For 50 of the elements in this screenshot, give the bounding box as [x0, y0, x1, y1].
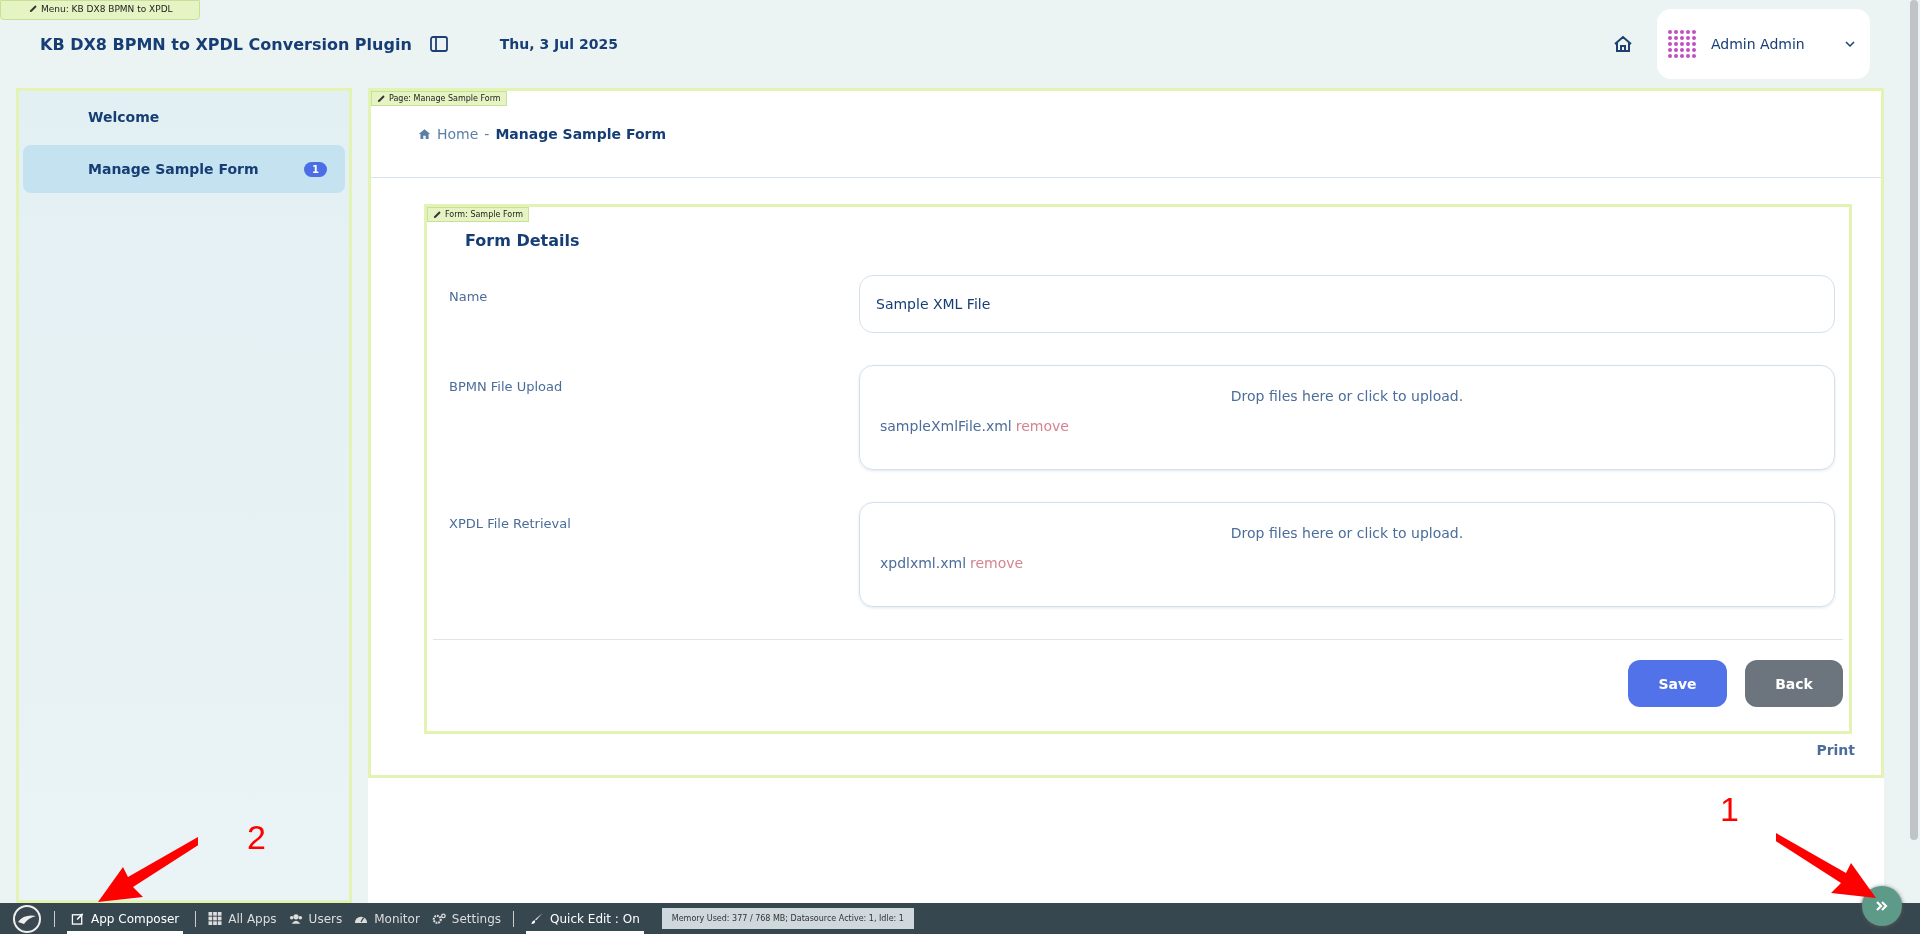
avatar-icon	[1667, 29, 1697, 59]
form-title: Form Details	[464, 231, 581, 252]
count-badge: 1	[304, 161, 327, 177]
breadcrumb-current: Manage Sample Form	[495, 126, 666, 142]
file-name: xpdlxml.xml	[880, 555, 967, 571]
admin-bar-link[interactable]: Monitor	[354, 903, 420, 934]
annotation-number: 2	[247, 818, 266, 857]
pencil-icon	[29, 4, 38, 13]
upload-hint: Drop files here or click to upload.	[1230, 525, 1464, 541]
breadcrumb-link[interactable]: Home	[437, 126, 479, 142]
sidebar-item[interactable]: Welcome	[23, 93, 345, 141]
field-label: BPMN File Upload	[449, 378, 564, 394]
name-input-field[interactable]: Sample XML File	[859, 275, 1835, 333]
app-title: KB DX8 BPMN to XPDL Conversion Plugin	[40, 34, 412, 54]
annotation-number: 1	[1720, 790, 1739, 829]
chevron-down-icon	[1844, 40, 1856, 48]
breadcrumb-separator: -	[484, 126, 490, 142]
menu-edit-tag[interactable]: Menu: KB DX8 BPMN to XPDL	[0, 0, 200, 20]
pencil-icon	[433, 210, 442, 219]
print-link[interactable]: Print	[1816, 742, 1855, 758]
users-icon	[288, 912, 303, 925]
file-drop-zone[interactable]: Drop files here or click to upload. xpdlxml.xml remove	[859, 502, 1835, 607]
gears-icon	[431, 912, 446, 925]
current-date: Thu, 3 Jul 2025	[499, 36, 618, 52]
admin-bar-link[interactable]: Quick Edit : On	[526, 903, 644, 934]
save-button[interactable]: Save	[1628, 660, 1727, 707]
scrollbar[interactable]	[1910, 0, 1918, 840]
file-drop-zone[interactable]: Drop files here or click to upload. sampleXmlFile.xml remove	[859, 365, 1835, 470]
admin-bar-link[interactable]: All Apps	[208, 903, 277, 934]
grid-icon	[208, 912, 223, 925]
sidebar-toggle-icon[interactable]	[429, 36, 448, 52]
admin-bar-link[interactable]: App Composer	[67, 903, 184, 934]
double-chevron-icon	[1875, 900, 1889, 912]
page-edit-tag[interactable]: Page: Manage Sample Form	[371, 91, 507, 106]
user-menu[interactable]: Admin Admin	[1657, 9, 1870, 79]
back-button[interactable]: Back	[1745, 660, 1843, 707]
field-label: XPDL File Retrieval	[449, 515, 572, 531]
home-icon[interactable]	[1613, 34, 1633, 54]
admin-bar-link[interactable]: Settings	[431, 903, 502, 934]
pencil-icon	[377, 94, 386, 103]
form-edit-tag[interactable]: Form: Sample Form	[427, 207, 530, 222]
admin-bar-link[interactable]: Users	[288, 903, 343, 934]
memory-status: Memory Used: 377 / 768 MB; Datasource Active: 1, Idle: 1	[661, 908, 914, 929]
file-name: sampleXmlFile.xml	[880, 418, 1012, 434]
home-icon	[418, 128, 431, 140]
edit-icon	[71, 912, 85, 925]
logo-icon[interactable]	[12, 903, 42, 934]
field-label: Name	[449, 288, 489, 304]
sidebar-item[interactable]: Manage Sample Form 1	[23, 145, 345, 193]
upload-hint: Drop files here or click to upload.	[1230, 388, 1464, 404]
